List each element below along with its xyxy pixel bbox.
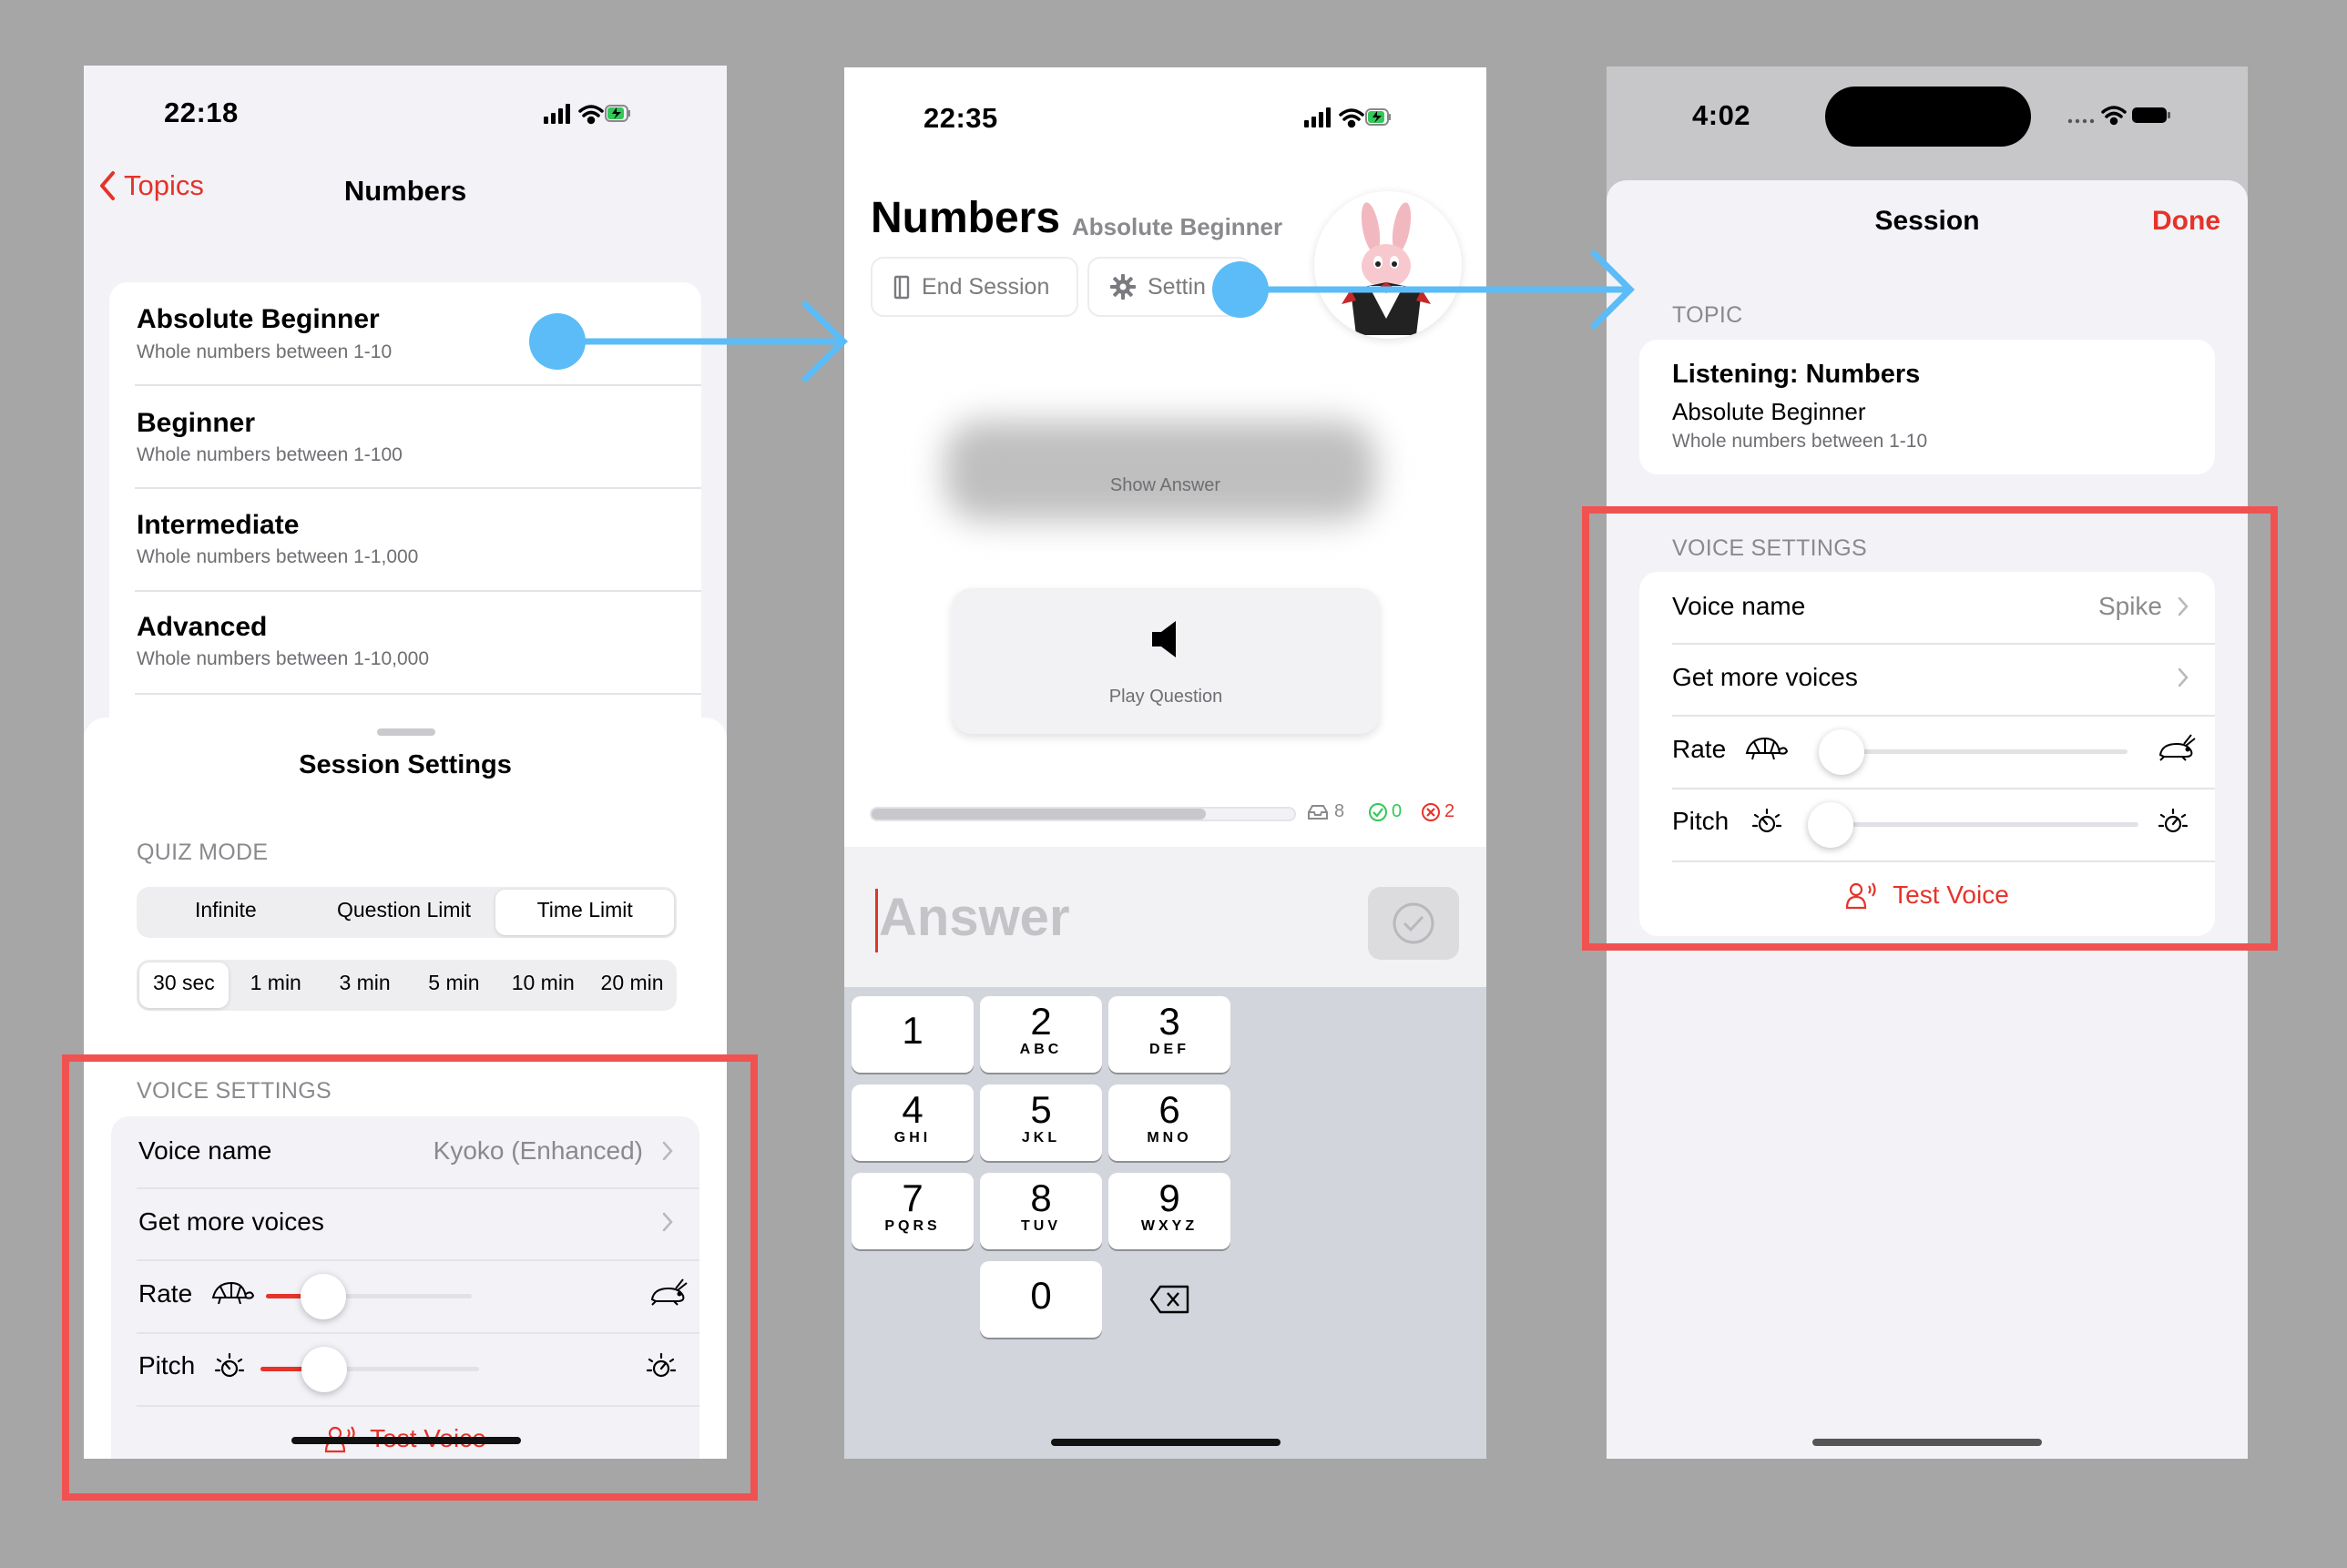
arrow-level-to-session [529,300,849,382]
flow-arrows [529,249,1635,382]
arrow-settings-to-modal [1212,249,1635,330]
